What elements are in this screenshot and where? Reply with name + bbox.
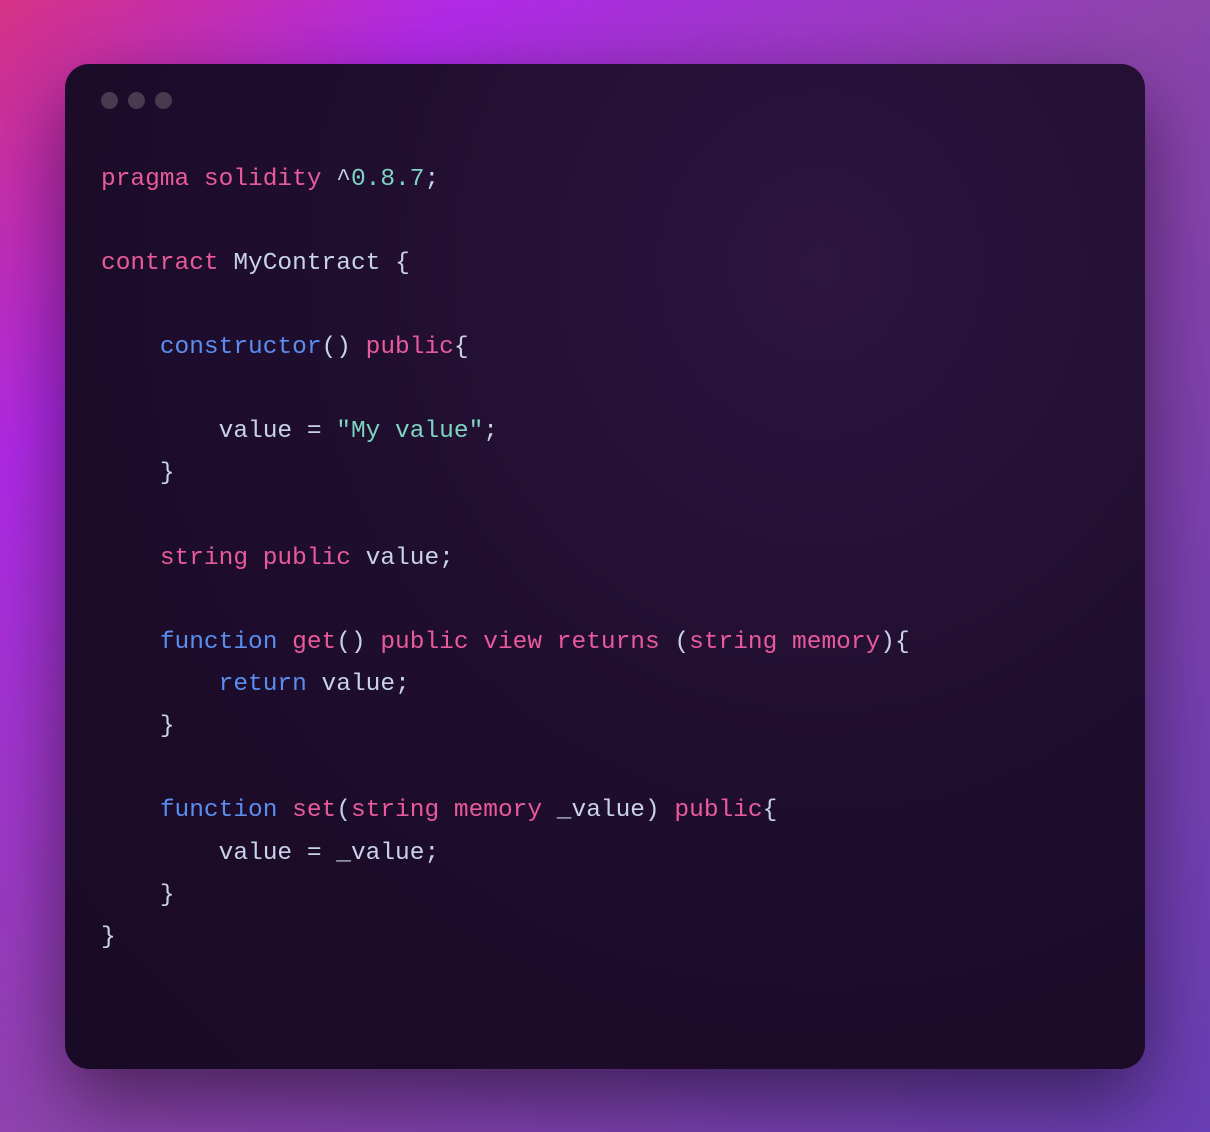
identifier-value: value	[219, 418, 293, 445]
close-paren: )	[645, 797, 660, 824]
function-name-get: get	[292, 629, 336, 656]
open-brace: {	[454, 334, 469, 361]
contract-name: MyContract	[233, 250, 380, 277]
semicolon: ;	[424, 840, 439, 867]
keyword-view: view	[483, 629, 542, 656]
keyword-string: string	[160, 545, 248, 572]
open-paren: (	[336, 629, 351, 656]
keyword-public: public	[674, 797, 762, 824]
keyword-string: string	[351, 797, 439, 824]
keyword-public: public	[380, 629, 468, 656]
close-brace: }	[160, 713, 175, 740]
assign-operator: =	[307, 840, 322, 867]
parameter-value: _value	[557, 797, 645, 824]
open-brace: {	[763, 797, 778, 824]
open-paren: (	[674, 629, 689, 656]
code-editor[interactable]: pragma solidity ^0.8.7; contract MyContr…	[101, 159, 1109, 959]
keyword-pragma: pragma	[101, 166, 189, 193]
identifier-value: value	[322, 671, 396, 698]
semicolon: ;	[395, 671, 410, 698]
semicolon: ;	[424, 166, 439, 193]
keyword-memory: memory	[792, 629, 880, 656]
keyword-returns: returns	[557, 629, 660, 656]
close-brace: }	[160, 460, 175, 487]
close-icon[interactable]	[101, 92, 118, 109]
semicolon: ;	[483, 418, 498, 445]
function-name-set: set	[292, 797, 336, 824]
close-paren: )	[351, 629, 366, 656]
close-brace: }	[101, 924, 116, 951]
open-paren: (	[336, 797, 351, 824]
open-brace: {	[395, 250, 410, 277]
open-brace: {	[895, 629, 910, 656]
keyword-solidity: solidity	[204, 166, 322, 193]
close-brace: }	[160, 882, 175, 909]
string-literal: "My value"	[336, 418, 483, 445]
window-titlebar	[101, 92, 1109, 109]
keyword-contract: contract	[101, 250, 219, 277]
caret: ^	[336, 166, 351, 193]
maximize-icon[interactable]	[155, 92, 172, 109]
close-paren: )	[336, 334, 351, 361]
version-number: 0.8.7	[351, 166, 425, 193]
minimize-icon[interactable]	[128, 92, 145, 109]
keyword-public: public	[366, 334, 454, 361]
identifier-value: value	[366, 545, 440, 572]
keyword-return: return	[219, 671, 307, 698]
code-window: pragma solidity ^0.8.7; contract MyContr…	[65, 64, 1145, 1069]
keyword-memory: memory	[454, 797, 542, 824]
keyword-public: public	[263, 545, 351, 572]
close-paren: )	[880, 629, 895, 656]
semicolon: ;	[439, 545, 454, 572]
assign-operator: =	[307, 418, 322, 445]
open-paren: (	[322, 334, 337, 361]
keyword-constructor: constructor	[160, 334, 322, 361]
keyword-string: string	[689, 629, 777, 656]
keyword-function: function	[160, 797, 278, 824]
keyword-function: function	[160, 629, 278, 656]
parameter-value: _value	[336, 840, 424, 867]
identifier-value: value	[219, 840, 293, 867]
